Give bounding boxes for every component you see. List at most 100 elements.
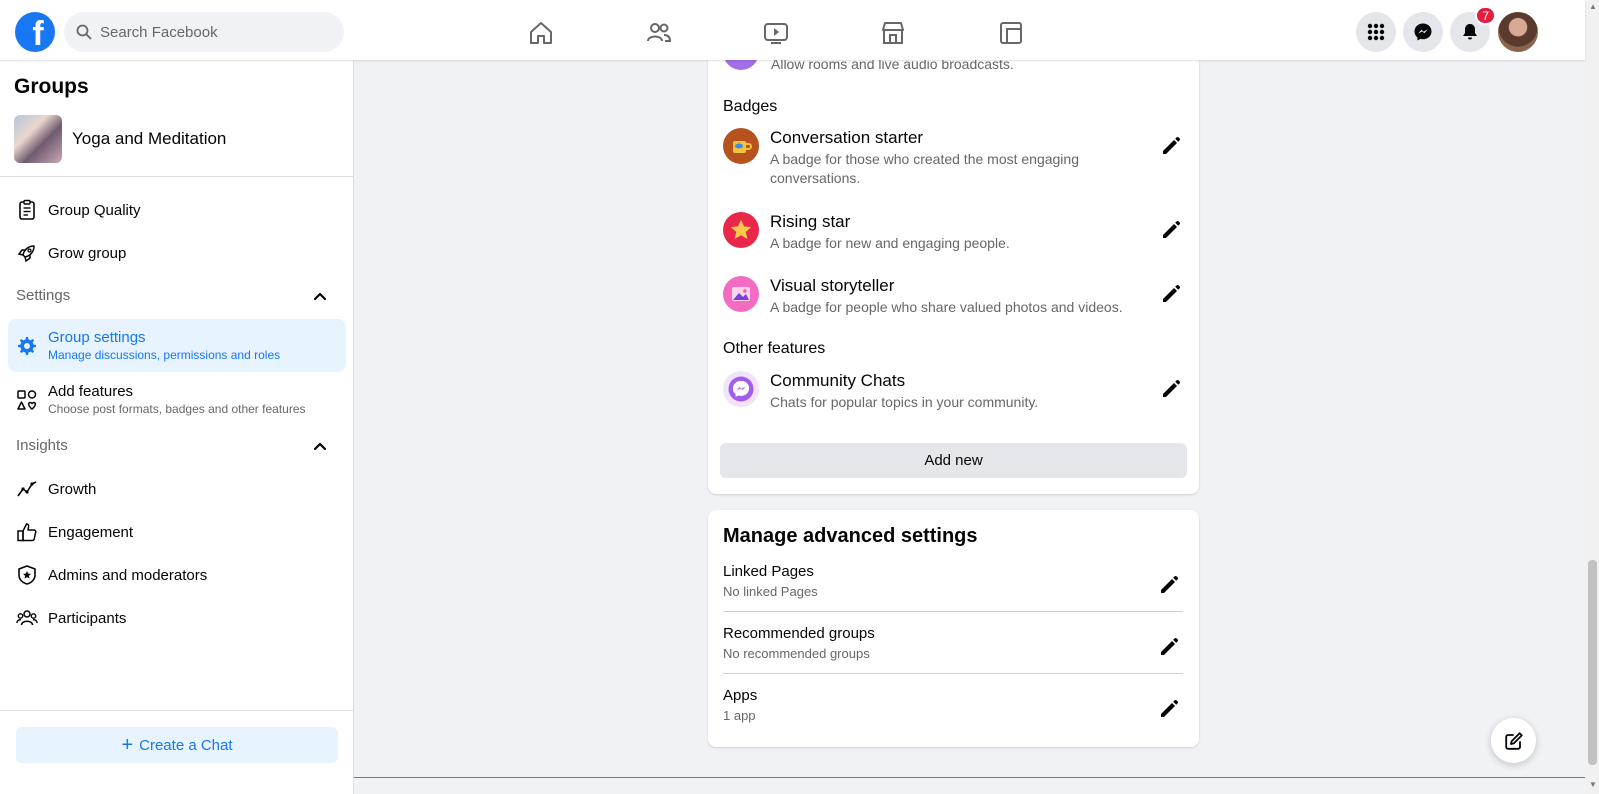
add-features-sub: Choose post formats, badges and other fe…: [48, 402, 306, 416]
badge-visual-storyteller: Visual storyteller A badge for people wh…: [723, 276, 1185, 318]
group-thumbnail: [14, 115, 62, 163]
sidebar-item-grow-group[interactable]: Grow group: [8, 240, 346, 266]
messenger-icon: [1414, 23, 1432, 41]
other-features-heading: Other features: [723, 340, 826, 357]
home-icon: [530, 22, 552, 44]
setting-value: No linked Pages: [723, 584, 818, 599]
sidebar-title: Groups: [14, 75, 89, 98]
add-new-button[interactable]: Add new: [720, 443, 1187, 478]
top-navigation-bar: f 7: [0, 0, 1585, 60]
create-chat-button[interactable]: + Create a Chat: [16, 727, 338, 763]
groups-icon: [1000, 22, 1022, 44]
badge-description: A badge for those who created the most e…: [770, 151, 1079, 186]
sidebar-item-participants[interactable]: Participants: [8, 605, 346, 631]
setting-value: 1 app: [723, 708, 756, 723]
menu-button[interactable]: [1356, 12, 1396, 52]
insights-section-label: Insights: [16, 437, 68, 454]
row-divider: [723, 611, 1183, 612]
feature-title: Community Chats: [770, 371, 906, 390]
sidebar-item-label: Engagement: [48, 523, 134, 541]
sidebar-item-engagement[interactable]: Engagement: [8, 519, 346, 545]
thumbs-up-icon: [15, 520, 39, 544]
messenger-button[interactable]: [1403, 12, 1443, 52]
edit-button[interactable]: [1157, 216, 1185, 244]
nav-watch-tab[interactable]: [720, 11, 832, 55]
sidebar-item-label: Group Quality: [48, 201, 141, 219]
sidebar-item-group-quality[interactable]: Group Quality: [8, 197, 346, 223]
settings-section-label: Settings: [16, 287, 71, 304]
pencil-icon: [1163, 136, 1181, 154]
badge-description: A badge for people who share valued phot…: [770, 299, 1123, 315]
bottom-border: [354, 777, 1585, 778]
trend-line-icon: [15, 477, 39, 501]
sidebar-item-admins[interactable]: Admins and moderators: [8, 562, 346, 588]
nav-groups-tab[interactable]: [955, 11, 1067, 55]
badge-rising-star: Rising star A badge for new and engaging…: [723, 212, 1185, 254]
photo-badge-icon: [723, 276, 759, 312]
setting-title: Recommended groups: [723, 625, 875, 642]
badge-title: Visual storyteller: [770, 276, 895, 295]
setting-value: No recommended groups: [723, 646, 870, 661]
bell-icon: [1463, 24, 1477, 40]
pencil-icon: [1161, 699, 1179, 717]
edit-button[interactable]: [1157, 375, 1185, 403]
group-settings-label: Group settings: [48, 329, 146, 346]
friends-icon: [647, 23, 672, 42]
insights-section-header[interactable]: Insights: [16, 437, 328, 454]
settings-section-header[interactable]: Settings: [16, 287, 328, 304]
nav-home-tab[interactable]: [485, 11, 597, 55]
pencil-icon: [1163, 284, 1181, 302]
group-header[interactable]: Yoga and Meditation: [14, 115, 226, 163]
badge-title: Conversation starter: [770, 128, 924, 147]
coffee-badge-icon: [723, 128, 759, 164]
badges-heading: Badges: [723, 98, 778, 115]
scroll-up-arrow-icon[interactable]: ▲: [1589, 2, 1597, 11]
search-input[interactable]: [100, 23, 320, 41]
grid-menu-icon: [1367, 23, 1385, 41]
sidebar-divider: [0, 176, 353, 177]
new-message-button[interactable]: [1491, 718, 1536, 763]
edit-button[interactable]: [1155, 571, 1183, 599]
scrollbar-thumb[interactable]: [1588, 560, 1597, 765]
create-chat-label: Create a Chat: [139, 736, 233, 754]
account-avatar[interactable]: [1498, 12, 1538, 52]
video-icon: [764, 23, 788, 44]
marketplace-icon: [882, 22, 904, 44]
nav-marketplace-tab[interactable]: [837, 11, 949, 55]
setting-title: Linked Pages: [723, 563, 814, 580]
sidebar-item-label: Admins and moderators: [48, 566, 208, 584]
advanced-settings-title: Manage advanced settings: [723, 525, 978, 547]
clipboard-icon: [15, 198, 39, 222]
group-settings-sub: Manage discussions, permissions and role…: [48, 348, 281, 362]
pencil-icon: [1163, 220, 1181, 238]
scroll-down-arrow-icon[interactable]: ▼: [1589, 780, 1597, 789]
sidebar-item-group-settings[interactable]: Group settings Manage discussions, permi…: [8, 319, 346, 372]
add-features-label: Add features: [48, 383, 134, 400]
edit-button[interactable]: [1155, 633, 1183, 661]
edit-button[interactable]: [1157, 132, 1185, 160]
sidebar-footer-divider: [0, 710, 353, 711]
gear-icon: [15, 334, 39, 358]
shield-star-icon: [15, 563, 39, 587]
nav-friends-tab[interactable]: [603, 11, 715, 55]
edit-button[interactable]: [1155, 695, 1183, 723]
setting-row-linked-pages: Linked Pages No linked Pages: [723, 563, 1183, 613]
setting-row-apps: Apps 1 app: [723, 687, 1183, 737]
pencil-icon: [1163, 379, 1181, 397]
pencil-icon: [1161, 575, 1179, 593]
sidebar-item-add-features[interactable]: Add features Choose post formats, badges…: [8, 373, 346, 426]
shapes-icon: [15, 388, 39, 412]
edit-button[interactable]: [1157, 280, 1185, 308]
search-icon: [76, 24, 92, 40]
feature-description: Chats for popular topics in your communi…: [770, 394, 1039, 410]
rocket-icon: [15, 241, 39, 265]
star-badge-icon: [723, 212, 759, 248]
sidebar-item-growth[interactable]: Growth: [8, 476, 346, 502]
sidebar-item-label: Participants: [48, 609, 127, 627]
facebook-logo[interactable]: f: [15, 12, 55, 52]
left-sidebar: Groups Yoga and Meditation Group Quality…: [0, 60, 354, 794]
notifications-button[interactable]: 7: [1450, 6, 1496, 52]
search-box[interactable]: [64, 12, 344, 52]
badge-description: A badge for new and engaging people.: [770, 235, 1010, 251]
pencil-icon: [1161, 637, 1179, 655]
